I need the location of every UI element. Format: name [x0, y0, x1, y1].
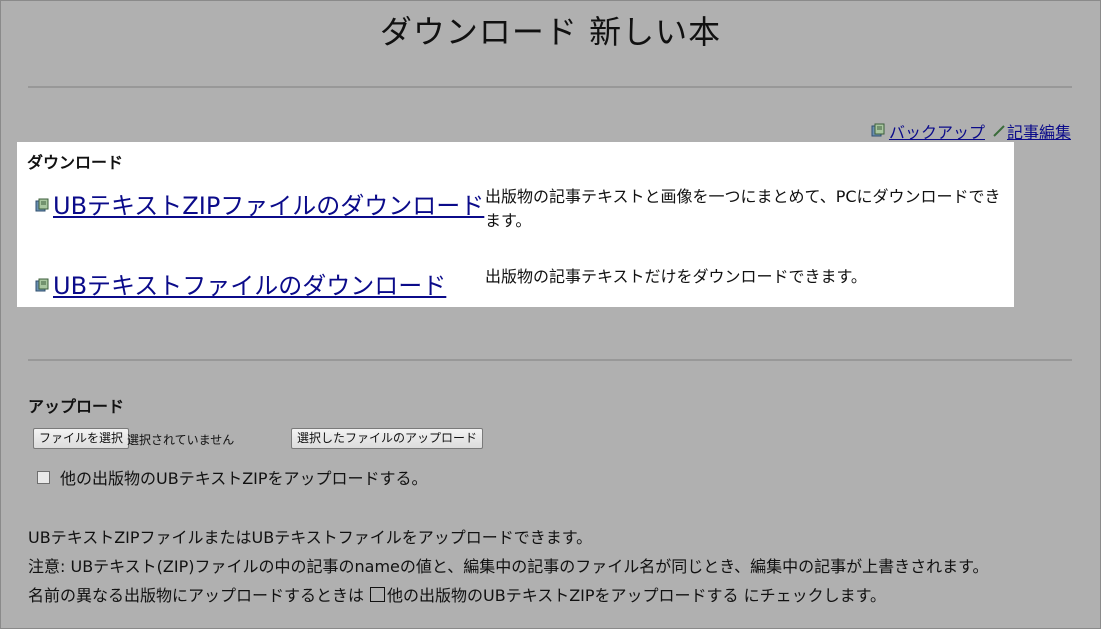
download-panel: ダウンロード UBテキストZIPファイルのダウンロード 出版物の記事テキストと画… [17, 142, 1014, 307]
book-icon [35, 190, 51, 218]
book-icon [35, 270, 51, 298]
divider-middle [28, 359, 1072, 361]
pencil-icon [993, 122, 1005, 141]
text-download-row: UBテキストファイルのダウンロード [35, 266, 446, 301]
other-publication-option: 他の出版物のUBテキストZIPをアップロードする。 [37, 465, 428, 489]
upload-note-3-option: 他の出版物のUBテキストZIPをアップロードする [387, 586, 739, 605]
divider-top [28, 86, 1072, 88]
backup-link[interactable]: バックアップ [889, 119, 985, 143]
checkbox-symbol [370, 587, 386, 602]
top-nav: バックアップ 記事編集 [871, 119, 1071, 143]
zip-download-description: 出版物の記事テキストと画像を一つにまとめて、PCにダウンロードできます。 [485, 187, 1001, 230]
zip-download-row: UBテキストZIPファイルのダウンロード [35, 186, 484, 221]
text-download-description: 出版物の記事テキストだけをダウンロードできます。 [485, 267, 867, 286]
page-title: ダウンロード 新しい本 [379, 13, 722, 51]
download-section-title: ダウンロード [27, 153, 124, 172]
zip-download-link[interactable]: UBテキストZIPファイルのダウンロード [53, 186, 484, 221]
book-icon [871, 122, 887, 141]
upload-note-3: 名前の異なる出版物にアップロードするときは 他の出版物のUBテキストZIPをアップ… [28, 581, 989, 610]
upload-notes: UBテキストZIPファイルまたはUBテキストファイルをアップロードできます。 注… [28, 523, 989, 610]
upload-note-1: UBテキストZIPファイルまたはUBテキストファイルをアップロードできます。 [28, 528, 593, 547]
upload-selected-file-button[interactable]: 選択したファイルのアップロード [291, 428, 484, 449]
text-download-link[interactable]: UBテキストファイルのダウンロード [53, 266, 446, 301]
upload-note-3-prefix: 名前の異なる出版物にアップロードするときは [28, 586, 365, 605]
no-file-selected-text: 選択されていません [127, 433, 235, 447]
upload-note-3-suffix: にチェックします。 [743, 586, 887, 605]
other-publication-checkbox[interactable] [37, 470, 50, 484]
edit-article-link[interactable]: 記事編集 [1007, 119, 1071, 143]
choose-file-button[interactable]: ファイルを選択 [33, 428, 130, 449]
upload-note-2: 注意: UBテキスト(ZIP)ファイルの中の記事のnameの値と、編集中の記事の… [28, 557, 989, 576]
upload-section-title: アップロード [28, 397, 125, 416]
other-publication-label: 他の出版物のUBテキストZIPをアップロードする。 [60, 469, 428, 488]
